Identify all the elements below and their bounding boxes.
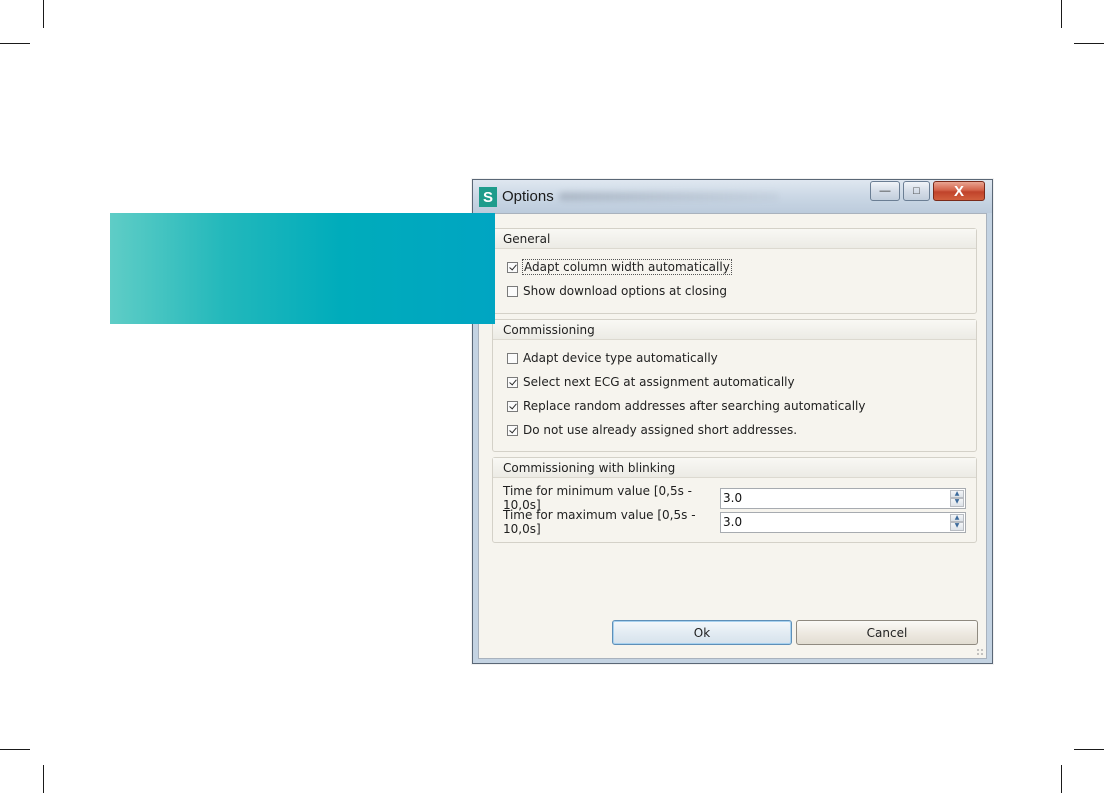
crop-mark bbox=[1074, 749, 1104, 750]
group-title-general: General bbox=[493, 229, 976, 249]
option-select-next-ecg[interactable]: Select next ECG at assignment automatica… bbox=[507, 373, 795, 391]
option-label: Adapt device type automatically bbox=[523, 351, 718, 365]
checkbox-select-next-ecg[interactable] bbox=[507, 376, 518, 388]
checkbox-adapt-column-width[interactable] bbox=[507, 261, 518, 273]
ok-button[interactable]: Ok bbox=[612, 620, 792, 645]
crop-mark bbox=[1061, 0, 1062, 28]
maximize-button[interactable]: □ bbox=[903, 181, 930, 201]
crop-mark bbox=[1074, 43, 1104, 44]
close-button[interactable]: X bbox=[933, 181, 985, 201]
field-label-max-time: Time for maximum value [0,5s - 10,0s] bbox=[503, 508, 696, 536]
option-adapt-column-width[interactable]: Adapt column width automatically bbox=[507, 258, 732, 276]
resize-grip-icon[interactable] bbox=[976, 648, 984, 656]
crop-mark bbox=[1061, 765, 1062, 793]
group-title-commissioning: Commissioning bbox=[493, 320, 976, 340]
spin-down-icon[interactable]: ▼ bbox=[950, 498, 964, 507]
group-commissioning-blinking: Commissioning with blinking Time for min… bbox=[492, 457, 977, 543]
max-time-spinbox[interactable]: ▲ ▼ bbox=[720, 511, 966, 533]
checkbox-adapt-device-type[interactable] bbox=[507, 352, 518, 364]
option-label: Do not use already assigned short addres… bbox=[523, 423, 798, 437]
crop-mark bbox=[43, 0, 44, 28]
crop-mark bbox=[0, 43, 30, 44]
field-max-time: Time for maximum value [0,5s - 10,0s] ▲ … bbox=[503, 508, 966, 536]
group-commissioning: Commissioning Adapt device type automati… bbox=[492, 319, 977, 452]
min-time-spinbox[interactable]: ▲ ▼ bbox=[720, 487, 966, 509]
options-dialog: S Options — □ X General Adapt column wid… bbox=[472, 179, 993, 664]
minimize-button[interactable]: — bbox=[870, 181, 900, 201]
teal-gradient-banner bbox=[110, 213, 495, 324]
spin-up-icon[interactable]: ▲ bbox=[950, 489, 964, 498]
option-label: Replace random addresses after searching… bbox=[523, 399, 866, 413]
group-general: General Adapt column width automatically… bbox=[492, 228, 977, 314]
cancel-button[interactable]: Cancel bbox=[796, 620, 978, 645]
spin-down-icon[interactable]: ▼ bbox=[950, 522, 964, 531]
field-min-time: Time for minimum value [0,5s - 10,0s] ▲ … bbox=[503, 484, 966, 512]
checkbox-do-not-use-assigned[interactable] bbox=[507, 424, 518, 436]
option-show-download-options[interactable]: Show download options at closing bbox=[507, 282, 727, 300]
dialog-client-area: General Adapt column width automatically… bbox=[478, 213, 987, 659]
option-label: Show download options at closing bbox=[523, 284, 727, 298]
blurred-title-text bbox=[559, 192, 779, 201]
option-label: Select next ECG at assignment automatica… bbox=[523, 375, 795, 389]
app-icon: S bbox=[479, 187, 497, 207]
title-bar[interactable]: S Options — □ X bbox=[473, 180, 992, 213]
crop-mark bbox=[0, 749, 30, 750]
option-do-not-use-assigned[interactable]: Do not use already assigned short addres… bbox=[507, 421, 797, 439]
min-time-input[interactable] bbox=[721, 491, 945, 505]
max-time-input[interactable] bbox=[721, 515, 945, 529]
checkbox-show-download-options[interactable] bbox=[507, 285, 518, 297]
crop-mark bbox=[43, 765, 44, 793]
option-label: Adapt column width automatically bbox=[522, 259, 732, 275]
option-adapt-device-type[interactable]: Adapt device type automatically bbox=[507, 349, 718, 367]
group-title-blinking: Commissioning with blinking bbox=[493, 458, 976, 478]
window-title: Options bbox=[502, 188, 554, 205]
option-replace-random-addresses[interactable]: Replace random addresses after searching… bbox=[507, 397, 865, 415]
spin-up-icon[interactable]: ▲ bbox=[950, 513, 964, 522]
checkbox-replace-random-addresses[interactable] bbox=[507, 400, 518, 412]
